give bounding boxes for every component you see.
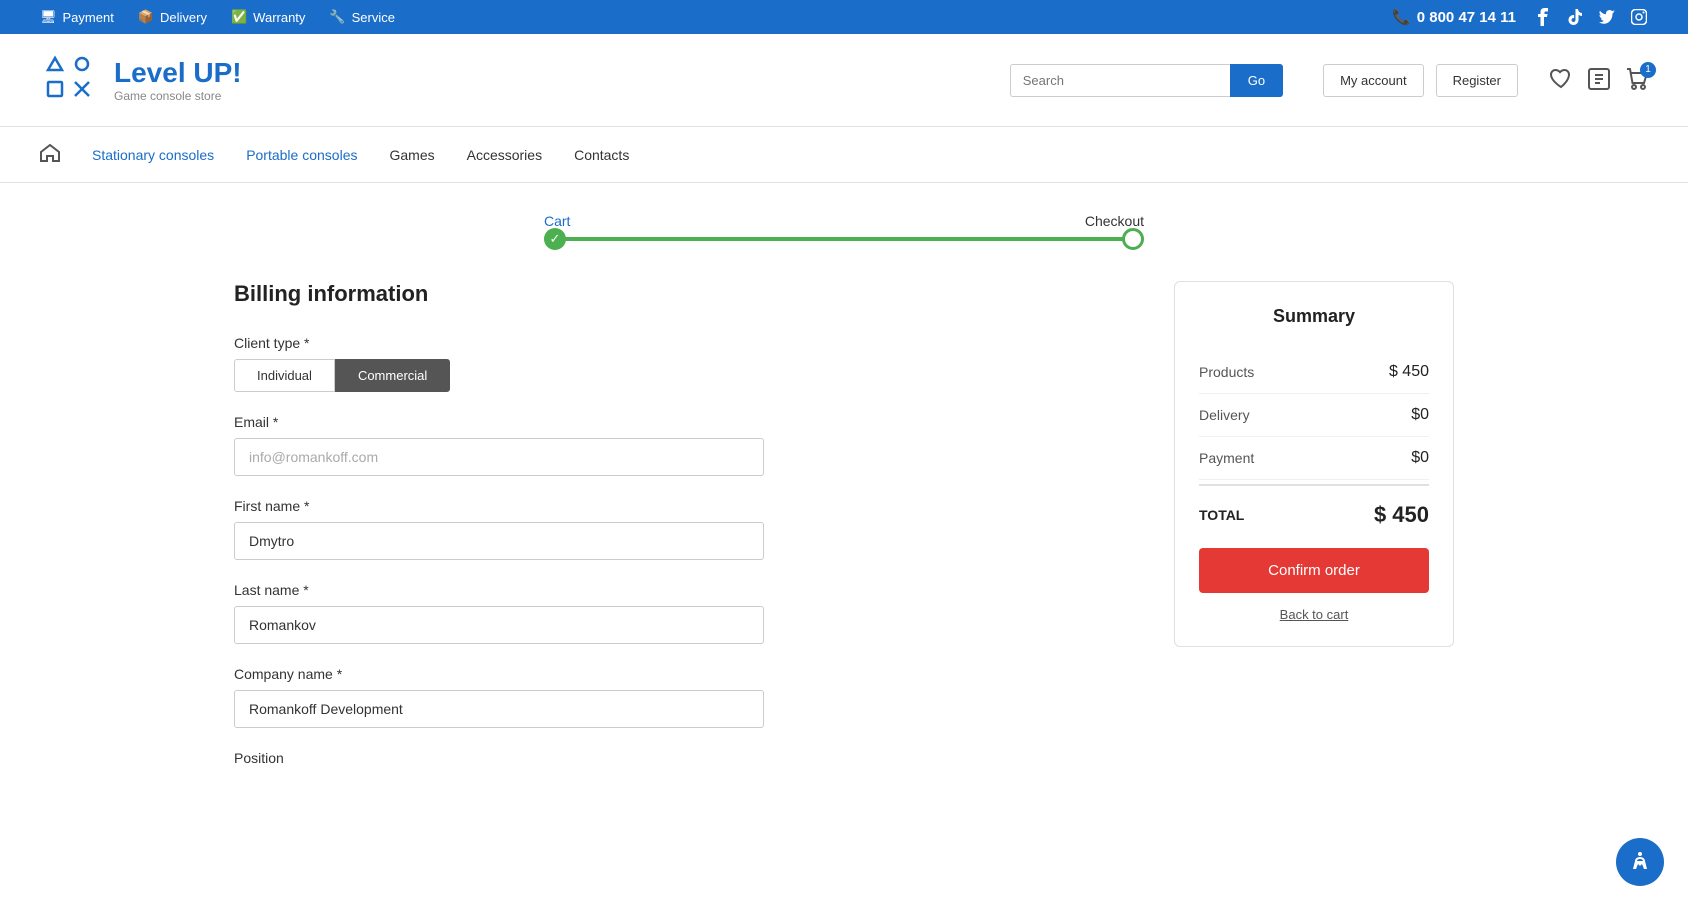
delivery-label: Delivery (1199, 407, 1250, 423)
billing-title: Billing information (234, 281, 1134, 307)
search-button[interactable]: Go (1230, 64, 1283, 97)
delivery-icon: 📦 (138, 9, 154, 25)
cart-label: Cart (544, 213, 570, 229)
email-input[interactable] (234, 438, 764, 476)
lastname-input[interactable] (234, 606, 764, 644)
payment-value: $0 (1411, 449, 1429, 467)
phone-number[interactable]: 📞 0 800 47 14 11 (1392, 8, 1516, 26)
compare-icon[interactable] (1588, 68, 1610, 93)
summary-total-row: TOTAL $ 450 (1199, 484, 1429, 548)
progress-section: Cart Checkout ✓ (234, 213, 1454, 241)
summary-delivery-row: Delivery $0 (1199, 394, 1429, 437)
delivery-value: $0 (1411, 406, 1429, 424)
top-bar-service[interactable]: 🔧 Service (329, 9, 395, 25)
top-bar-warranty[interactable]: ✅ Warranty (231, 9, 305, 25)
company-group: Company name * (234, 666, 1134, 728)
nav-accessories[interactable]: Accessories (467, 129, 542, 181)
cart-icon[interactable]: 1 (1626, 68, 1648, 93)
logo-title: Level UP! (114, 57, 242, 89)
checkout-label: Checkout (1085, 213, 1144, 229)
client-type-buttons: Individual Commercial (234, 359, 1134, 392)
progress-dot-cart: ✓ (544, 228, 566, 250)
products-label: Products (1199, 364, 1254, 380)
header-icons: 1 (1550, 68, 1648, 93)
commercial-button[interactable]: Commercial (335, 359, 450, 392)
progress-labels: Cart Checkout (544, 213, 1144, 229)
phone-icon: 📞 (1392, 8, 1411, 26)
lastname-group: Last name * (234, 582, 1134, 644)
warranty-icon: ✅ (231, 9, 247, 25)
client-type-group: Client type * Individual Commercial (234, 335, 1134, 392)
header-actions: My account Register (1323, 64, 1518, 97)
register-button[interactable]: Register (1436, 64, 1518, 97)
summary-products-row: Products $ 450 (1199, 351, 1429, 394)
nav-contacts[interactable]: Contacts (574, 129, 629, 181)
firstname-label: First name * (234, 498, 1134, 514)
service-icon: 🔧 (329, 9, 345, 25)
nav-stationary-consoles[interactable]: Stationary consoles (92, 129, 214, 181)
tiktok-icon[interactable] (1566, 8, 1584, 26)
progress-track: ✓ (544, 237, 1144, 241)
confirm-order-button[interactable]: Confirm order (1199, 548, 1429, 593)
payment-icon: 🖥 (40, 9, 57, 25)
individual-button[interactable]: Individual (234, 359, 335, 392)
products-value: $ 450 (1389, 363, 1429, 381)
payment-label: Payment (1199, 450, 1254, 466)
lastname-label: Last name * (234, 582, 1134, 598)
main-content: Cart Checkout ✓ Billing information Clie… (194, 183, 1494, 818)
email-group: Email * (234, 414, 1134, 476)
content-layout: Billing information Client type * Indivi… (234, 281, 1454, 788)
accessibility-button[interactable] (1616, 838, 1664, 886)
firstname-input[interactable] (234, 522, 764, 560)
wishlist-icon[interactable] (1550, 69, 1572, 92)
nav: Stationary consoles Portable consoles Ga… (0, 127, 1688, 183)
top-bar-links: 🖥 Payment 📦 Delivery ✅ Warranty 🔧 Servic… (40, 9, 395, 25)
summary-payment-row: Payment $0 (1199, 437, 1429, 480)
logo-subtitle: Game console store (114, 89, 242, 103)
billing-form: Billing information Client type * Indivi… (234, 281, 1134, 788)
firstname-group: First name * (234, 498, 1134, 560)
nav-games[interactable]: Games (389, 129, 434, 181)
top-bar-payment[interactable]: 🖥 Payment (40, 9, 114, 25)
nav-home-icon[interactable] (40, 144, 60, 165)
progress-dot-checkout (1122, 228, 1144, 250)
my-account-button[interactable]: My account (1323, 64, 1423, 97)
search-bar: Go (1010, 64, 1283, 97)
logo[interactable]: Level UP! Game console store (40, 50, 242, 110)
header: Level UP! Game console store Go My accou… (0, 34, 1688, 127)
summary-section: Summary Products $ 450 Delivery $0 Payme… (1174, 281, 1454, 647)
company-input[interactable] (234, 690, 764, 728)
client-type-label: Client type * (234, 335, 1134, 351)
total-value: $ 450 (1374, 502, 1429, 528)
twitter-icon[interactable] (1598, 8, 1616, 26)
summary-title: Summary (1199, 306, 1429, 327)
position-label: Position (234, 750, 1134, 766)
total-label: TOTAL (1199, 507, 1244, 523)
facebook-icon[interactable] (1534, 8, 1552, 26)
top-bar-right: 📞 0 800 47 14 11 (1392, 8, 1648, 26)
instagram-icon[interactable] (1630, 8, 1648, 26)
social-links (1534, 8, 1648, 26)
position-group: Position (234, 750, 1134, 766)
top-bar: 🖥 Payment 📦 Delivery ✅ Warranty 🔧 Servic… (0, 0, 1688, 34)
cart-badge: 1 (1640, 62, 1656, 78)
company-label: Company name * (234, 666, 1134, 682)
email-label: Email * (234, 414, 1134, 430)
back-to-cart-link[interactable]: Back to cart (1199, 607, 1429, 622)
search-input[interactable] (1010, 64, 1230, 97)
nav-portable-consoles[interactable]: Portable consoles (246, 129, 357, 181)
top-bar-delivery[interactable]: 📦 Delivery (138, 9, 207, 25)
